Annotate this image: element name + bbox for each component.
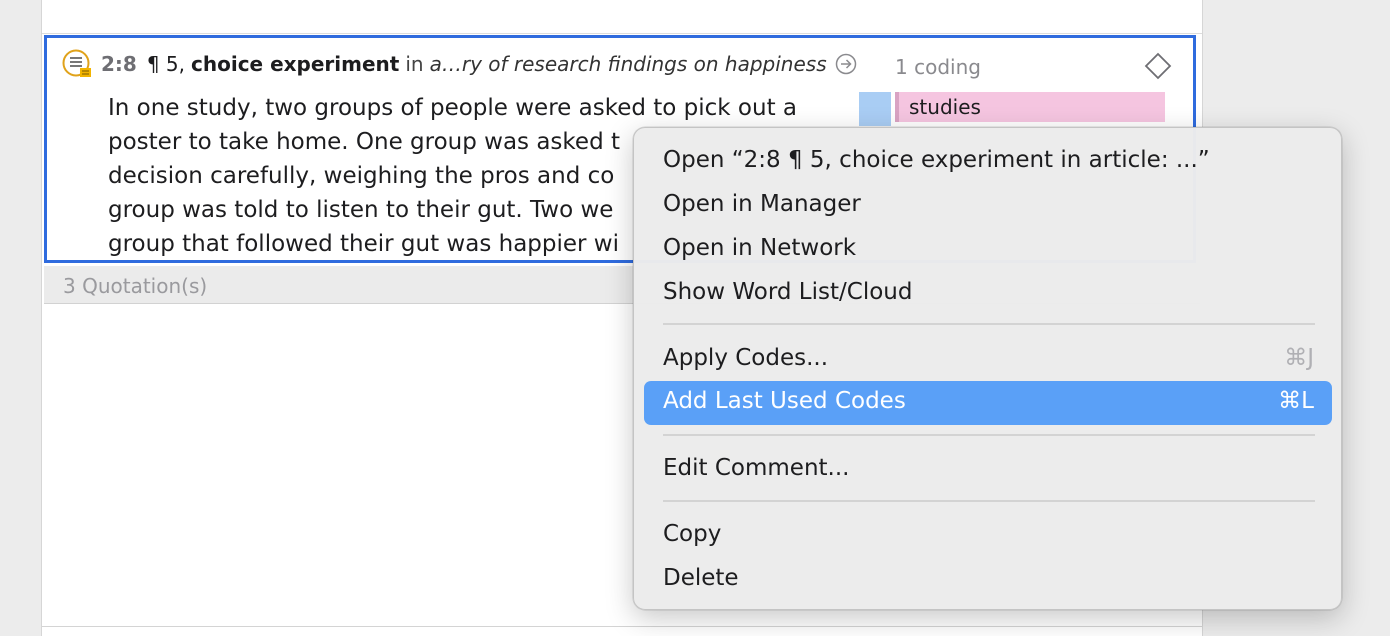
menu-item-copy[interactable]: Copy — [644, 514, 1332, 558]
menu-item-open-quotation[interactable]: Open “2:8 ¶ 5, choice experiment in arti… — [644, 140, 1332, 184]
menu-item-delete[interactable]: Delete — [644, 558, 1332, 602]
code-color-swatch — [859, 92, 891, 126]
menu-item-label: Delete — [663, 565, 739, 591]
quotation-id: 2:8 — [101, 52, 137, 76]
quotation-comment-icon — [62, 49, 92, 79]
quotation-name: choice experiment — [191, 52, 400, 76]
menu-item-open-in-network[interactable]: Open in Network — [644, 228, 1332, 272]
code-tag-studies[interactable]: studies — [895, 92, 1165, 122]
quotation-in-word: in — [405, 52, 424, 76]
menu-item-label: Copy — [663, 521, 722, 547]
coding-count: 1 coding — [895, 55, 981, 79]
menu-item-edit-comment[interactable]: Edit Comment... — [644, 448, 1332, 492]
menu-item-shortcut: ⌘J — [1284, 345, 1314, 371]
menu-item-label: Open in Network — [663, 235, 857, 261]
context-menu: Open “2:8 ¶ 5, choice experiment in arti… — [633, 127, 1342, 610]
menu-item-show-word-list[interactable]: Show Word List/Cloud — [644, 272, 1332, 316]
menu-item-label: Add Last Used Codes — [663, 388, 906, 414]
menu-item-apply-codes[interactable]: Apply Codes... ⌘J — [644, 338, 1332, 382]
diamond-icon[interactable] — [1144, 52, 1172, 80]
menu-item-label: Open in Manager — [663, 191, 861, 217]
quotation-paragraph: ¶ 5, — [146, 52, 186, 76]
quotation-header: 2:8 ¶ 5, choice experiment in a…ry of re… — [101, 52, 857, 76]
menu-item-label: Edit Comment... — [663, 455, 850, 481]
menu-separator — [663, 434, 1315, 436]
menu-item-label: Apply Codes... — [663, 345, 829, 371]
go-to-document-icon[interactable] — [835, 53, 857, 75]
menu-item-open-in-manager[interactable]: Open in Manager — [644, 184, 1332, 228]
menu-separator — [663, 500, 1315, 502]
quotation-line: In one study, two groups of people were … — [108, 95, 798, 121]
divider — [42, 626, 1202, 627]
menu-item-label: Open “2:8 ¶ 5, choice experiment in arti… — [663, 147, 1210, 173]
menu-item-shortcut: ⌘L — [1278, 388, 1314, 414]
quotation-count: 3 Quotation(s) — [63, 274, 208, 298]
divider — [42, 33, 1202, 34]
quotation-document: a…ry of research findings on happiness — [429, 52, 827, 76]
menu-separator — [663, 323, 1315, 325]
menu-item-label: Show Word List/Cloud — [663, 279, 913, 305]
menu-item-add-last-used-codes[interactable]: Add Last Used Codes ⌘L — [644, 381, 1332, 425]
